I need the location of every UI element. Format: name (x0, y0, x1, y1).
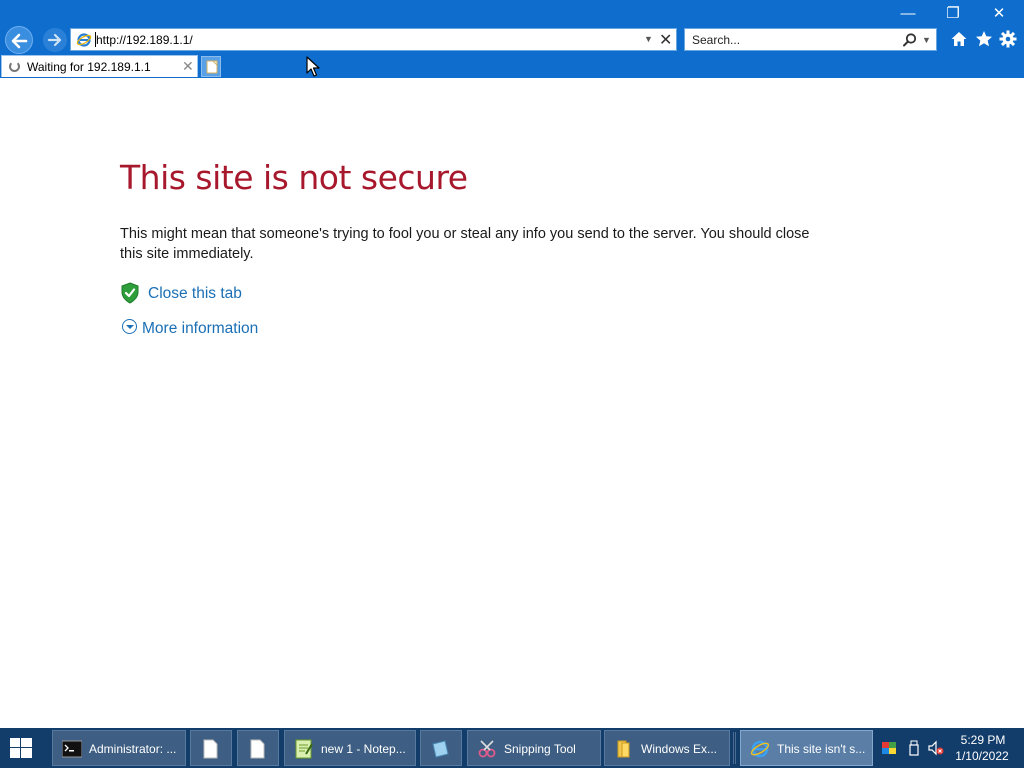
back-arrow-icon (11, 33, 28, 49)
taskbar-item-sticky-notes[interactable] (420, 730, 462, 766)
usb-device-icon[interactable] (906, 740, 922, 756)
taskbar-item-label: new 1 - Notep... (321, 742, 406, 756)
address-dropdown-icon[interactable]: ▼ (644, 34, 653, 44)
chevron-down-icon (122, 319, 137, 334)
search-icon[interactable] (902, 32, 918, 48)
favorites-star-icon[interactable] (974, 29, 994, 49)
internet-explorer-icon (750, 740, 770, 758)
minimize-button[interactable]: — (888, 4, 928, 24)
taskbar-item-notepad-plus[interactable]: new 1 - Notep... (284, 730, 416, 766)
browser-tab[interactable]: Waiting for 192.189.1.1 ✕ (1, 55, 198, 77)
address-bar[interactable]: http://192.189.1.1/ ▼ ✕ (70, 28, 677, 51)
shield-check-icon (121, 282, 139, 304)
gear-icon[interactable] (998, 29, 1018, 49)
folder-icon (617, 740, 630, 758)
taskbar-item-snipping-tool[interactable]: Snipping Tool (467, 730, 601, 766)
forward-button[interactable] (43, 28, 67, 52)
new-tab-icon (206, 60, 218, 74)
taskbar-item-internet-explorer[interactable]: This site isn't s... (740, 730, 873, 766)
close-tab-label[interactable]: Close this tab (148, 285, 242, 303)
taskbar-item-file-explorer[interactable]: Windows Ex... (604, 730, 730, 766)
taskbar-item-label: Administrator: ... (89, 742, 177, 756)
taskbar-item-document[interactable] (190, 730, 232, 766)
taskbar-item-document-2[interactable] (237, 730, 279, 766)
notepad-plus-icon (295, 739, 313, 759)
search-dropdown-icon[interactable]: ▼ (922, 35, 931, 45)
clock-date[interactable]: 1/10/2022 (952, 749, 1012, 763)
url-text[interactable]: http://192.189.1.1/ (96, 33, 193, 47)
blank-document-icon (250, 739, 265, 759)
speaker-muted-icon[interactable] (928, 740, 944, 756)
taskbar-item-label: Windows Ex... (641, 742, 718, 756)
blank-document-icon (203, 739, 218, 759)
back-button[interactable] (5, 26, 33, 54)
clock-time[interactable]: 5:29 PM (958, 733, 1008, 747)
taskbar-item-command-prompt[interactable]: Administrator: ... (52, 730, 186, 766)
tab-title: Waiting for 192.189.1.1 (27, 60, 151, 74)
forward-arrow-icon (47, 33, 62, 47)
windows-start-icon[interactable] (10, 738, 32, 758)
more-information-label[interactable]: More information (142, 320, 258, 338)
close-window-button[interactable]: ✕ (979, 4, 1019, 24)
command-prompt-icon (62, 740, 82, 758)
sticky-note-icon (432, 740, 449, 758)
search-box[interactable]: Search... ▼ (684, 28, 937, 51)
taskbar: Administrator: ... new 1 - Notep... Snip… (0, 728, 1024, 768)
color-palette-icon[interactable] (881, 740, 897, 756)
mouse-pointer-icon (306, 56, 320, 77)
new-tab-button[interactable] (201, 56, 221, 77)
taskbar-item-label: This site isn't s... (777, 742, 866, 756)
tab-close-icon[interactable]: ✕ (182, 58, 194, 75)
taskbar-item-label: Snipping Tool (504, 742, 576, 756)
internet-explorer-icon (76, 33, 92, 47)
restore-button[interactable]: ❐ (933, 4, 973, 24)
warning-description: This might mean that someone's trying to… (120, 226, 810, 262)
browser-chrome: — ❐ ✕ http://192.189.1.1/ ▼ ✕ Search... … (0, 0, 1024, 78)
snipping-tool-icon (478, 740, 496, 758)
stop-loading-button[interactable]: ✕ (659, 30, 672, 50)
search-placeholder[interactable]: Search... (692, 33, 740, 47)
page-title: This site is not secure (120, 158, 468, 197)
home-icon[interactable] (949, 29, 969, 49)
taskbar-separator (733, 732, 736, 764)
loading-spinner-icon (9, 61, 20, 72)
